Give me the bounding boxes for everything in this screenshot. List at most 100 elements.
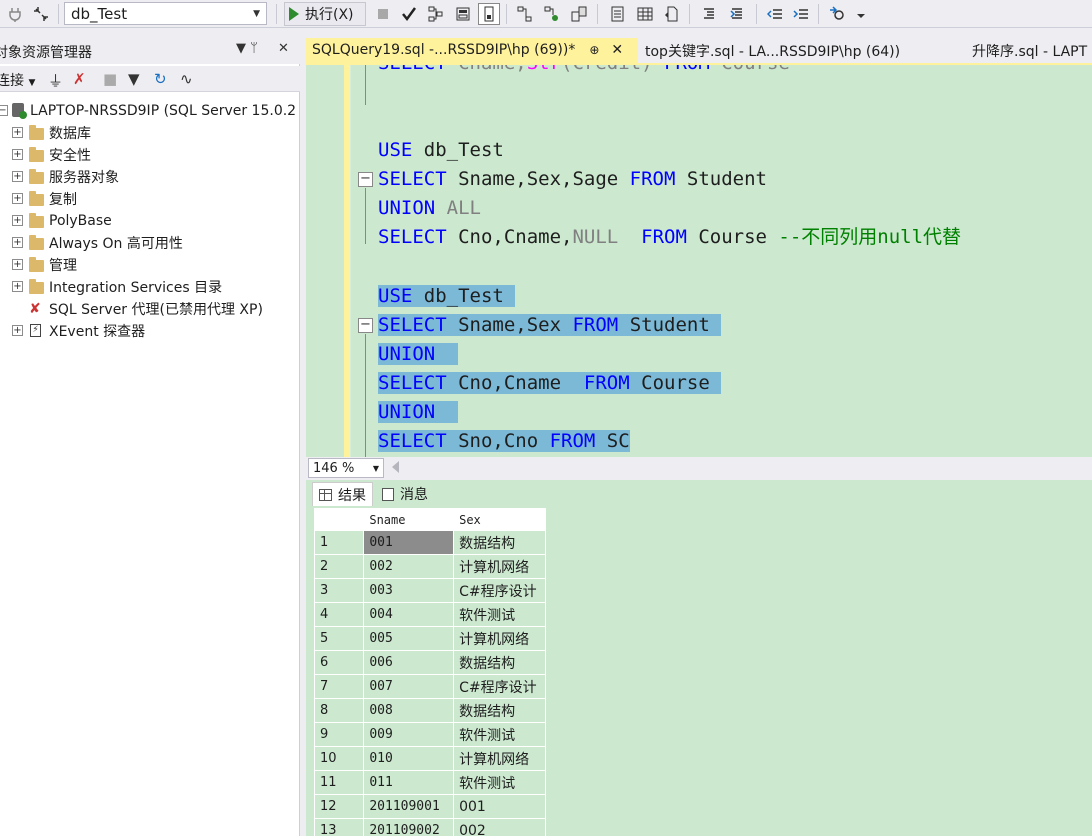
grid-cell[interactable]: 计算机网络 xyxy=(453,626,546,651)
row-number-cell[interactable]: 3 xyxy=(313,578,365,603)
expand-icon[interactable]: + xyxy=(12,193,23,204)
grid-column-header[interactable]: Sex xyxy=(453,508,546,531)
table-row[interactable]: 3 003 C#程序设计 xyxy=(313,578,546,603)
specify-values-icon[interactable] xyxy=(826,3,848,25)
row-number-cell[interactable]: 13 xyxy=(313,818,365,836)
grid-cell[interactable]: 002 xyxy=(453,818,546,836)
grid-cell[interactable]: 计算机网络 xyxy=(453,554,546,579)
row-number-cell[interactable]: 8 xyxy=(313,698,365,723)
table-row[interactable]: 10 010 计算机网络 xyxy=(313,746,546,771)
filter-icon[interactable]: ▼ xyxy=(128,70,140,88)
disconnect-icon[interactable]: ✗ xyxy=(73,70,86,88)
table-row[interactable]: 1 001 数据结构 xyxy=(313,530,546,555)
collapse-region-icon[interactable]: − xyxy=(358,172,373,187)
plug-icon[interactable] xyxy=(4,3,26,25)
comment-icon[interactable] xyxy=(698,3,720,25)
expand-icon[interactable]: + xyxy=(12,215,23,226)
grid-cell[interactable]: 201109002 xyxy=(363,818,455,836)
expand-icon[interactable]: + xyxy=(12,237,23,248)
table-row[interactable]: 9 009 软件测试 xyxy=(313,722,546,747)
expand-icon[interactable]: + xyxy=(12,149,23,160)
grid-cell[interactable]: 001 xyxy=(363,530,455,555)
grid-cell[interactable]: C#程序设计 xyxy=(453,578,546,603)
expand-icon[interactable]: + xyxy=(12,127,23,138)
row-number-cell[interactable]: 12 xyxy=(313,794,365,819)
grid-cell[interactable]: C#程序设计 xyxy=(453,674,546,699)
results-grid[interactable]: Sname Sex 1 001 数据结构 2 002 计算机网络 3 003 C#程序设计 4 00… xyxy=(313,508,546,836)
grid-cell[interactable]: 软件测试 xyxy=(453,770,546,795)
tree-node-xevent[interactable]: + ⚡ XEvent 探查器 xyxy=(0,320,300,342)
tab-sqlquery19[interactable]: SQLQuery19.sql -...RSSD9IP\hp (69))* ⊕ ✕ xyxy=(306,38,638,64)
table-row[interactable]: 11 011 软件测试 xyxy=(313,770,546,795)
query-designer-icon[interactable] xyxy=(452,3,474,25)
grid-cell[interactable]: 005 xyxy=(363,626,455,651)
table-row[interactable]: 6 006 数据结构 xyxy=(313,650,546,675)
grid-cell[interactable]: 004 xyxy=(363,602,455,627)
grid-cell[interactable]: 003 xyxy=(363,578,455,603)
results-to-icon[interactable] xyxy=(478,3,500,25)
tree-node-security[interactable]: + 安全性 xyxy=(0,144,300,166)
row-number-cell[interactable]: 1 xyxy=(313,530,365,555)
toolbar-overflow-icon[interactable] xyxy=(850,3,872,25)
zoom-select[interactable]: 146 % ▼ xyxy=(308,458,384,478)
grid-cell[interactable]: 006 xyxy=(363,650,455,675)
expand-icon[interactable]: + xyxy=(12,281,23,292)
grid-cell[interactable]: 数据结构 xyxy=(453,530,546,555)
grid-cell[interactable]: 计算机网络 xyxy=(453,746,546,771)
tree-node-always-on[interactable]: + Always On 高可用性 xyxy=(0,232,300,254)
results-to-file-icon[interactable] xyxy=(661,3,683,25)
grid-cell[interactable]: 软件测试 xyxy=(453,602,546,627)
row-number-cell[interactable]: 6 xyxy=(313,650,365,675)
tab-messages[interactable]: 消息 xyxy=(376,482,434,506)
parse-check-icon[interactable] xyxy=(398,3,420,25)
close-icon[interactable]: ✕ xyxy=(278,41,289,56)
change-connection-icon[interactable] xyxy=(30,3,52,25)
pin-icon[interactable]: ⊕ xyxy=(589,43,599,57)
activity-monitor-icon[interactable]: ∿ xyxy=(180,70,193,88)
tab-sort-order[interactable]: 升降序.sql - LAPT xyxy=(966,38,1092,64)
collapse-region-icon[interactable]: − xyxy=(358,318,373,333)
tab-results[interactable]: 结果 xyxy=(312,482,373,506)
table-row[interactable]: 13 201109002 002 xyxy=(313,818,546,836)
client-stats-icon[interactable] xyxy=(568,3,590,25)
row-number-cell[interactable]: 9 xyxy=(313,722,365,747)
grid-cell[interactable]: 数据结构 xyxy=(453,698,546,723)
refresh-icon[interactable]: ↻ xyxy=(154,70,167,88)
collapse-icon[interactable]: − xyxy=(0,105,8,116)
increase-indent-icon[interactable] xyxy=(790,3,812,25)
tree-node-polybase[interactable]: + PolyBase xyxy=(0,210,300,232)
close-icon[interactable]: ✕ xyxy=(611,42,623,58)
expand-icon[interactable]: + xyxy=(12,259,23,270)
scroll-left-icon[interactable] xyxy=(392,461,399,473)
row-number-cell[interactable]: 7 xyxy=(313,674,365,699)
tree-node-server-objects[interactable]: + 服务器对象 xyxy=(0,166,300,188)
row-number-cell[interactable]: 5 xyxy=(313,626,365,651)
grid-cell[interactable]: 002 xyxy=(363,554,455,579)
tree-node-management[interactable]: + 管理 xyxy=(0,254,300,276)
query-editor[interactable]: − − SELECT Cname,Str(Credit) FROM Course… xyxy=(306,65,1092,457)
expand-icon[interactable]: + xyxy=(12,325,23,336)
decrease-indent-icon[interactable] xyxy=(764,3,786,25)
tab-top-keyword[interactable]: top关键字.sql - LA...RSSD9IP\hp (64)) xyxy=(639,38,906,64)
execute-button[interactable]: 执行(X) xyxy=(284,2,366,26)
live-stats-icon[interactable] xyxy=(541,3,563,25)
results-to-text-icon[interactable] xyxy=(606,3,628,25)
row-number-cell[interactable]: 2 xyxy=(313,554,365,579)
database-select[interactable]: db_Test ▼ xyxy=(64,2,267,25)
results-to-grid-icon[interactable] xyxy=(634,3,656,25)
display-plan-icon[interactable] xyxy=(425,3,447,25)
window-position-icon[interactable]: ▼ ᛘ xyxy=(236,41,258,56)
row-number-cell[interactable]: 4 xyxy=(313,602,365,627)
include-plan-icon[interactable] xyxy=(514,3,536,25)
connect-button[interactable]: 连接 ▼ xyxy=(0,70,35,90)
grid-cell[interactable]: 010 xyxy=(363,746,455,771)
tree-node-sql-agent[interactable]: ✘ SQL Server 代理(已禁用代理 XP) xyxy=(0,298,300,320)
tree-node-integration-services[interactable]: + Integration Services 目录 xyxy=(0,276,300,298)
tree-node-replication[interactable]: + 复制 xyxy=(0,188,300,210)
row-number-cell[interactable]: 11 xyxy=(313,770,365,795)
grid-cell[interactable]: 001 xyxy=(453,794,546,819)
grid-cell[interactable]: 011 xyxy=(363,770,455,795)
grid-cell[interactable]: 007 xyxy=(363,674,455,699)
grid-cell[interactable]: 数据结构 xyxy=(453,650,546,675)
grid-cell[interactable]: 软件测试 xyxy=(453,722,546,747)
